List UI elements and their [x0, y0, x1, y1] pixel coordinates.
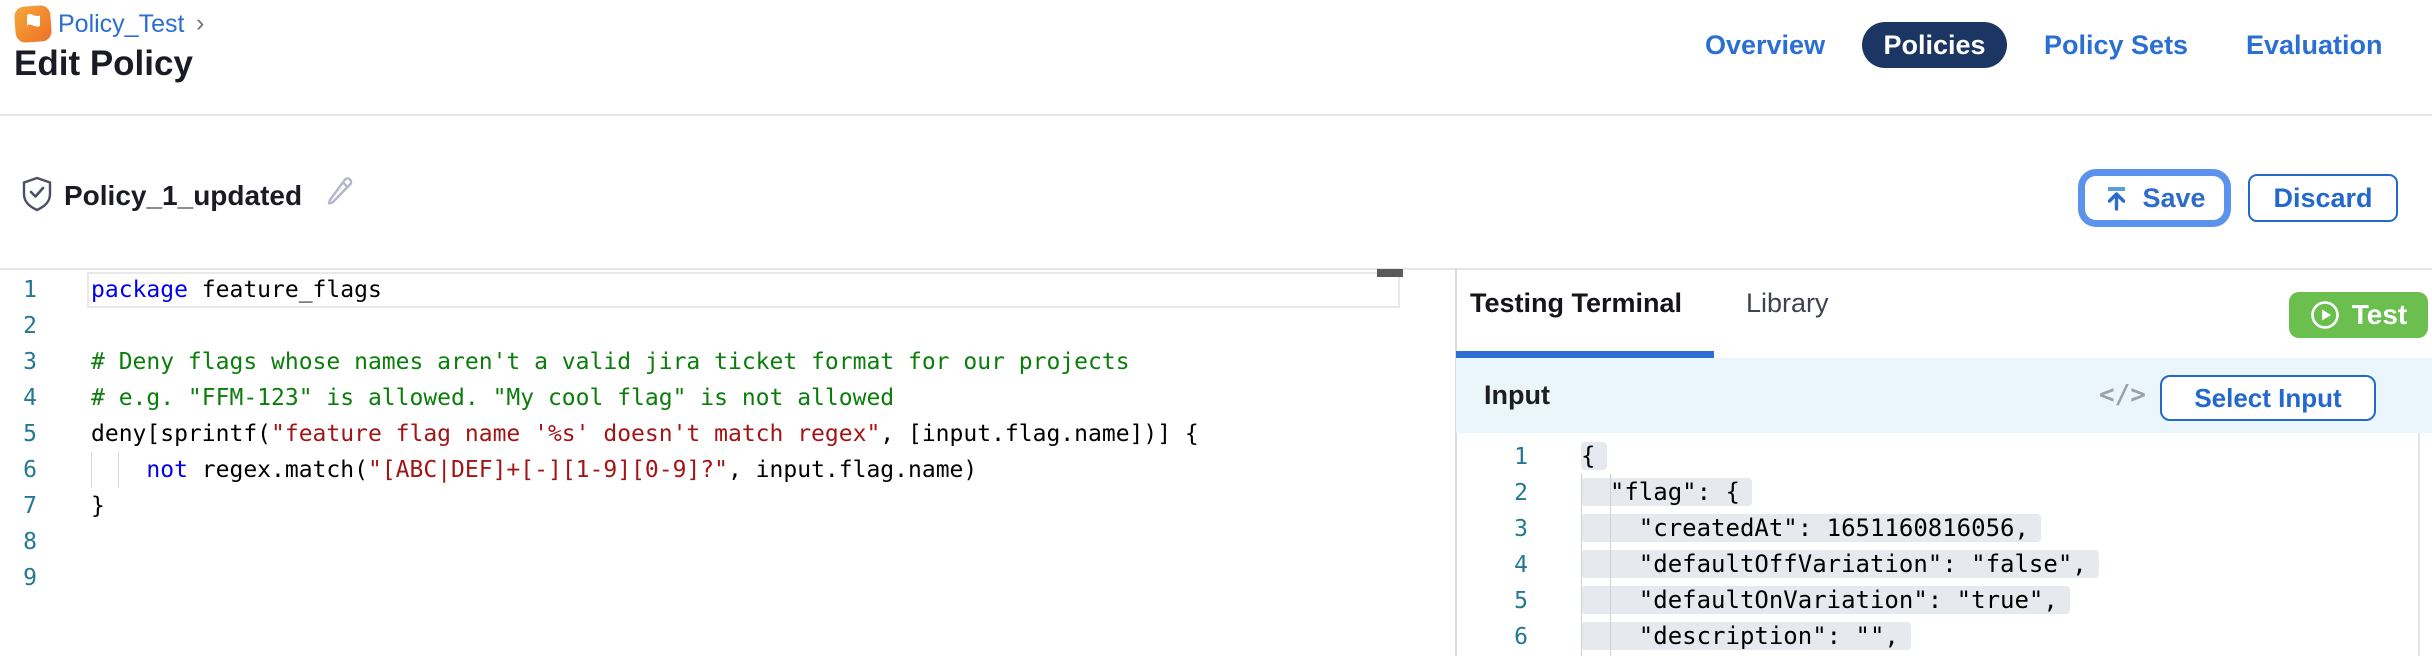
json-editor-right-border [2418, 433, 2420, 656]
json-line[interactable]: 3 "createdAt": 1651160816056, [1456, 510, 2418, 546]
play-icon [2310, 300, 2340, 330]
json-line[interactable]: 2 "flag": { [1456, 474, 2418, 510]
input-editor-lines: 1{2 "flag": {3 "createdAt": 165116081605… [1456, 438, 2418, 654]
save-button-focus-ring: Save [2078, 169, 2231, 227]
line-number: 4 [0, 380, 37, 416]
code-line-text: not regex.match("[ABC|DEF]+[-][1-9][0-9]… [91, 457, 977, 483]
json-line-text: { [1581, 442, 1607, 470]
tab-overview[interactable]: Overview [1705, 22, 1825, 68]
breadcrumb-project-link[interactable]: Policy_Test [58, 10, 184, 39]
code-line-text: } [91, 493, 105, 519]
line-number: 1 [0, 272, 37, 308]
discard-button-label: Discard [2273, 183, 2372, 214]
save-button-label: Save [2142, 183, 2205, 214]
line-number: 8 [0, 524, 37, 560]
tab-policies-active[interactable]: Policies [1862, 22, 2007, 68]
line-number: 7 [0, 488, 37, 524]
breadcrumb-chevron-icon: › [196, 9, 204, 38]
json-line-text: "flag": { [1581, 478, 1752, 506]
json-indent-guide [1610, 474, 1611, 656]
code-line[interactable]: 4 # e.g. "FFM-123" is allowed. "My cool f… [0, 380, 1430, 416]
code-line[interactable]: 6 not regex.match("[ABC|DEF]+[-][1-9][0-… [0, 452, 1430, 488]
line-number: 5 [1456, 583, 1528, 619]
upload-icon [2103, 185, 2130, 212]
line-number: 3 [1456, 511, 1528, 547]
code-line[interactable]: 3 # Deny flags whose names aren't a valid… [0, 344, 1430, 380]
code-line-text: deny[sprintf("feature flag name '%s' doe… [91, 421, 1199, 447]
code-view-icon[interactable]: </> [2099, 358, 2146, 433]
line-number: 6 [0, 452, 37, 488]
input-json-editor[interactable]: 1{2 "flag": {3 "createdAt": 165116081605… [1456, 438, 2418, 654]
header-divider [0, 114, 2432, 116]
code-line[interactable]: 5 deny[sprintf("feature flag name '%s' do… [0, 416, 1430, 452]
page-title: Edit Policy [14, 44, 193, 84]
json-line-text: "defaultOffVariation": "false", [1581, 550, 2099, 578]
line-number: 9 [0, 560, 37, 596]
indent-guide [118, 452, 119, 488]
line-number: 5 [0, 416, 37, 452]
tab-policy-sets[interactable]: Policy Sets [2044, 22, 2188, 68]
tab-testing-terminal[interactable]: Testing Terminal [1470, 288, 1682, 319]
input-header-bar: Input </> Select Input [1456, 358, 2432, 433]
code-line[interactable]: 1 package feature_flags [0, 272, 1430, 308]
input-panel-title: Input [1484, 358, 1550, 433]
json-indent-guide [1581, 474, 1582, 656]
json-line-text: "createdAt": 1651160816056, [1581, 514, 2041, 542]
feature-flags-module-icon[interactable] [14, 5, 52, 43]
line-number: 2 [0, 308, 37, 344]
policy-name: Policy_1_updated [64, 180, 302, 212]
line-number: 2 [1456, 475, 1528, 511]
edit-policy-screen: Policy_Test › Edit Policy Overview Polic… [0, 0, 2432, 656]
active-tab-underline [1456, 351, 1714, 358]
code-line-text: package feature_flags [91, 277, 382, 303]
code-editor[interactable]: 1 package feature_flags 23 # Deny flags who… [0, 272, 1430, 596]
tab-evaluation[interactable]: Evaluation [2246, 22, 2383, 68]
policy-shield-check-icon [22, 176, 52, 212]
code-editor-lines: 1 package feature_flags 23 # Deny flags who… [0, 272, 1430, 596]
code-line[interactable]: 2 [0, 308, 1430, 344]
editor-vertical-scrollbar[interactable] [1377, 269, 1403, 277]
line-number: 3 [0, 344, 37, 380]
line-number: 4 [1456, 547, 1528, 583]
code-line[interactable]: 7} [0, 488, 1430, 524]
indent-guide [91, 452, 92, 488]
edit-name-pencil-icon[interactable] [322, 174, 356, 208]
toolbar-divider [0, 268, 2432, 270]
code-line-text: # e.g. "FFM-123" is allowed. "My cool fl… [91, 385, 894, 411]
code-line[interactable]: 9 [0, 560, 1430, 596]
test-button-label: Test [2352, 299, 2408, 331]
json-line-text: "description": "", [1581, 622, 1911, 650]
save-button[interactable]: Save [2085, 176, 2224, 220]
test-button[interactable]: Test [2289, 292, 2428, 338]
discard-button[interactable]: Discard [2248, 174, 2398, 222]
select-input-button[interactable]: Select Input [2160, 375, 2376, 421]
json-line[interactable]: 1{ [1456, 438, 2418, 474]
line-number: 6 [1456, 619, 1528, 655]
json-line[interactable]: 5 "defaultOnVariation": "true", [1456, 582, 2418, 618]
select-input-button-label: Select Input [2194, 383, 2341, 414]
code-line-text: # Deny flags whose names aren't a valid … [91, 349, 1130, 375]
json-line[interactable]: 6 "description": "", [1456, 618, 2418, 654]
flag-icon [14, 5, 52, 43]
tab-library[interactable]: Library [1746, 288, 1829, 319]
json-line[interactable]: 4 "defaultOffVariation": "false", [1456, 546, 2418, 582]
line-number: 1 [1456, 439, 1528, 475]
json-line-text: "defaultOnVariation": "true", [1581, 586, 2070, 614]
code-line[interactable]: 8 [0, 524, 1430, 560]
